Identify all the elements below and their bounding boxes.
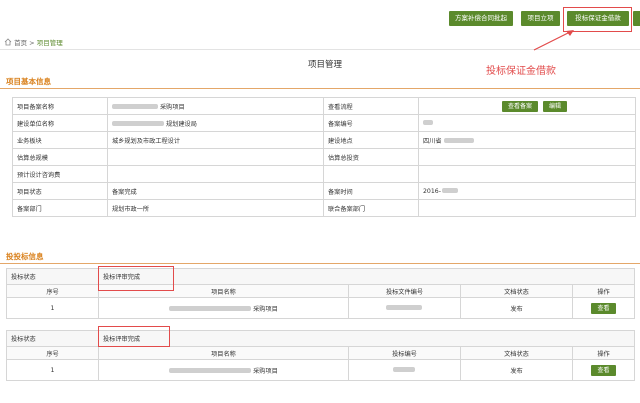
col-header: 投标编号 — [348, 346, 461, 360]
redacted — [112, 104, 158, 109]
info-row: 估算总规模 估算总投资 — [12, 148, 636, 166]
bid-block: 投标状态 投标评审完成 序号 项目名称 投标文件编号 文档状态 操作 1 采购项… — [6, 266, 635, 319]
info-label: 预计设计咨询费 — [12, 165, 108, 183]
bid-header-row: 序号 项目名称 投标编号 文档状态 操作 — [6, 346, 635, 360]
info-row: 建设单位名称 规划建设局 备案编号 — [12, 114, 636, 132]
highlight-box — [98, 326, 170, 347]
highlight-box — [98, 266, 174, 291]
col-header: 操作 — [572, 284, 635, 298]
col-header: 项目名称 — [98, 346, 349, 360]
breadcrumb-home[interactable]: 首页 — [14, 39, 27, 47]
row-doc-no — [348, 359, 461, 381]
info-label: 业务板块 — [12, 131, 108, 149]
info-label: 项目备案名称 — [12, 97, 108, 115]
table-row: 1 采购项目 发布 查看 — [6, 297, 635, 319]
redacted — [385, 305, 422, 310]
bid-block: 投标状态 投标评审完成 序号 项目名称 投标编号 文档状态 操作 1 采购项目 … — [6, 326, 635, 381]
info-value: 规划建设局 — [107, 114, 324, 132]
col-header: 序号 — [6, 346, 99, 360]
col-header: 投标文件编号 — [348, 284, 461, 298]
bid-status-label: 投标状态 — [6, 268, 99, 285]
info-label: 查看流程 — [323, 97, 419, 115]
contract-button[interactable]: 方案补偿合同批起 — [449, 11, 513, 26]
info-value: 2016- — [418, 182, 636, 200]
info-row: 预计设计咨询费 — [12, 165, 636, 183]
info-value — [418, 199, 636, 217]
col-header: 序号 — [6, 284, 99, 298]
annotation-text: 投标保证金借款 — [486, 66, 556, 77]
more-button[interactable] — [633, 11, 640, 26]
breadcrumb: 首页 > 项目管理 — [4, 38, 63, 48]
info-value — [418, 114, 636, 132]
col-header: 文档状态 — [460, 284, 573, 298]
col-header: 文档状态 — [460, 346, 573, 360]
row-no: 1 — [6, 297, 99, 319]
info-label: 备案编号 — [323, 114, 419, 132]
info-row: 业务板块 城乡规划及市政工程设计 建设地点 四川省 — [12, 131, 636, 149]
breadcrumb-sep: > — [29, 39, 35, 47]
redacted — [441, 188, 458, 193]
bid-status-label: 投标状态 — [6, 330, 99, 347]
info-value — [107, 148, 324, 166]
page-title: 项目管理 — [307, 60, 342, 70]
info-label: 联合备案部门 — [323, 199, 419, 217]
bid-info-title: 投投标信息 — [6, 252, 44, 261]
section-divider — [0, 263, 640, 264]
info-row: 项目状态 备案完成 备案时间 2016- — [12, 182, 636, 200]
info-value — [107, 165, 324, 183]
bid-status-value: 投标评审完成 — [98, 268, 635, 285]
info-label — [323, 165, 419, 183]
col-header: 操作 — [572, 346, 635, 360]
redacted — [443, 138, 474, 143]
info-value: 城乡规划及市政工程设计 — [107, 131, 324, 149]
row-doc-status: 发布 — [460, 359, 573, 381]
row-action: 查看 — [572, 297, 635, 319]
edit-button[interactable]: 编辑 — [542, 100, 567, 112]
info-row: 备案部门 规划市政一所 联合备案部门 — [12, 199, 636, 217]
info-label: 建设单位名称 — [12, 114, 108, 132]
info-value: 备案完成 — [107, 182, 324, 200]
redacted — [112, 121, 164, 126]
info-row: 项目备案名称 采购项目 查看流程 查看备案 编辑 — [12, 97, 636, 115]
row-doc-status: 发布 — [460, 297, 573, 319]
annotation-arrow — [533, 30, 574, 51]
redacted — [423, 120, 433, 125]
redacted — [169, 368, 252, 373]
info-value — [418, 148, 636, 166]
info-label: 项目状态 — [12, 182, 108, 200]
info-label: 备案部门 — [12, 199, 108, 217]
bid-status-value: 投标评审完成 — [98, 330, 635, 347]
basic-info-title: 项目基本信息 — [6, 77, 51, 86]
view-record-button[interactable]: 查看备案 — [502, 100, 539, 112]
basic-info-table: 项目备案名称 采购项目 查看流程 查看备案 编辑 建设单位名称 规划建设局 备案… — [12, 97, 636, 217]
row-doc-no — [348, 297, 461, 319]
info-label: 估算总投资 — [323, 148, 419, 166]
row-name: 采购项目 — [98, 359, 349, 381]
info-label: 估算总规模 — [12, 148, 108, 166]
row-action: 查看 — [572, 359, 635, 381]
info-label: 建设地点 — [323, 131, 419, 149]
table-row: 1 采购项目 发布 查看 — [6, 359, 635, 381]
info-label: 备案时间 — [323, 182, 419, 200]
view-button[interactable]: 查看 — [591, 302, 616, 314]
view-button[interactable]: 查看 — [591, 364, 616, 376]
home-icon — [4, 38, 12, 46]
info-value: 采购项目 — [107, 97, 324, 115]
section-divider — [0, 88, 640, 89]
row-name: 采购项目 — [98, 297, 349, 319]
info-value — [418, 165, 636, 183]
row-no: 1 — [6, 359, 99, 381]
redacted — [392, 367, 415, 372]
breadcrumb-current: 项目管理 — [36, 39, 63, 47]
info-value: 四川省 — [418, 131, 636, 149]
redacted — [169, 306, 252, 311]
info-value-actions: 查看备案 编辑 — [418, 97, 636, 115]
info-value: 规划市政一所 — [107, 199, 324, 217]
